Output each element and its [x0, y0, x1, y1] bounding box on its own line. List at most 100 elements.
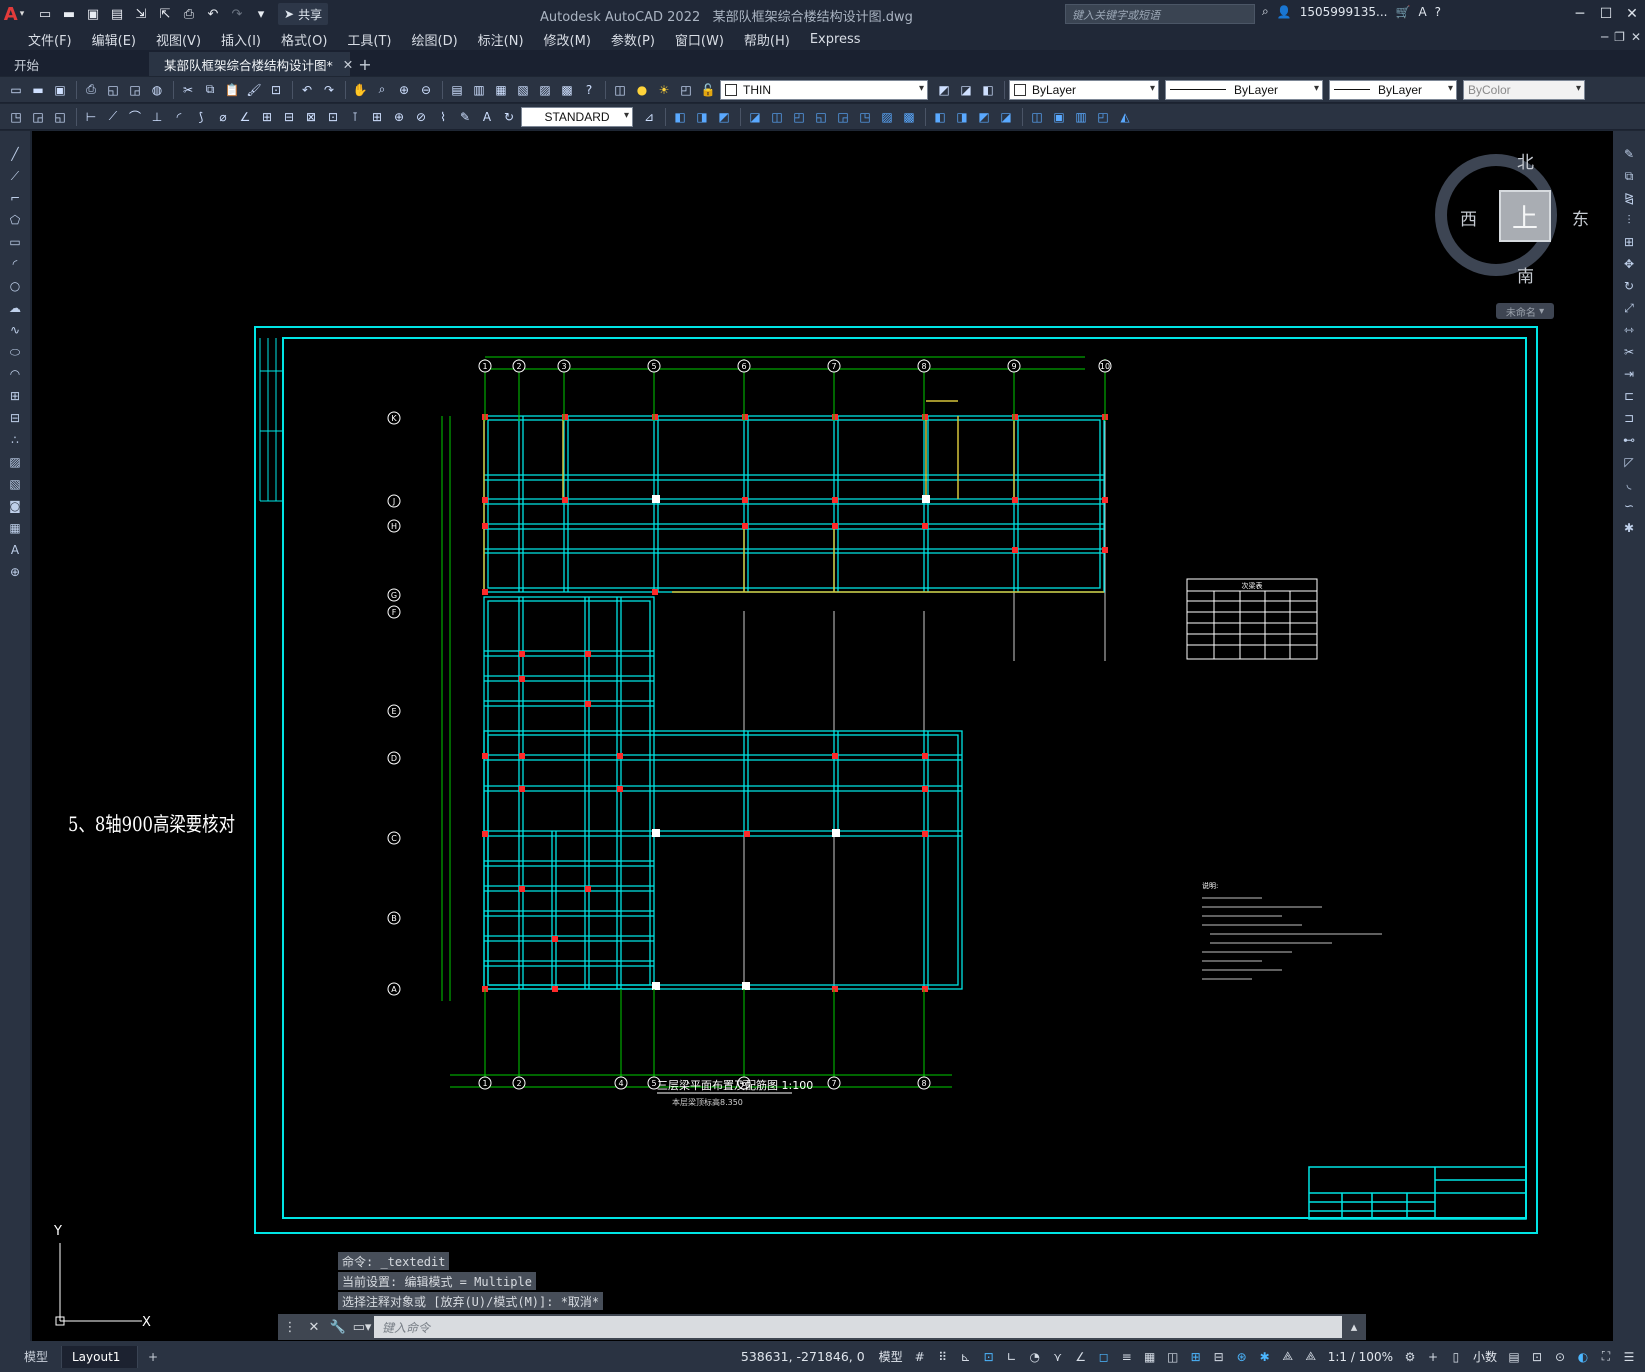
move-icon[interactable]: ✥: [1618, 255, 1640, 273]
layer-walk-icon[interactable]: ◱: [50, 107, 70, 127]
grid-icon[interactable]: #: [910, 1347, 930, 1367]
layer-states-icon[interactable]: ◧: [978, 80, 998, 100]
separate-icon[interactable]: ◩: [974, 107, 994, 127]
infer-icon[interactable]: ⊾: [956, 1347, 976, 1367]
sheet-set-icon[interactable]: ▧: [513, 80, 533, 100]
offset-faces-icon[interactable]: ◰: [789, 107, 809, 127]
layer-thaw-icon[interactable]: ☀: [654, 80, 674, 100]
auto-scale-icon[interactable]: ⟁: [1301, 1347, 1321, 1367]
match-properties-icon[interactable]: 🖌: [244, 80, 264, 100]
plot-icon[interactable]: ⎙: [81, 80, 101, 100]
baseline-icon[interactable]: ⊟: [279, 107, 299, 127]
shell-icon[interactable]: ◪: [996, 107, 1016, 127]
workspace-gear-icon[interactable]: ⚙: [1400, 1347, 1420, 1367]
hatch-icon[interactable]: ▨: [4, 453, 26, 471]
linear-dim-icon[interactable]: ⊢: [81, 107, 101, 127]
lock-ui-icon[interactable]: ⊡: [1527, 1347, 1547, 1367]
continue-icon[interactable]: ⊠: [301, 107, 321, 127]
jogged-icon[interactable]: ⟆: [191, 107, 211, 127]
menu-edit[interactable]: 编辑(E): [82, 30, 146, 49]
zoom-previous-icon[interactable]: ⊖: [416, 80, 436, 100]
copy-icon[interactable]: ⧉: [200, 80, 220, 100]
selection-filter-icon[interactable]: ⊛: [1232, 1347, 1252, 1367]
rectangle-icon[interactable]: ▭: [4, 233, 26, 251]
make-block-icon[interactable]: ⊟: [4, 409, 26, 427]
save-icon[interactable]: ▣: [50, 80, 70, 100]
fillet-icon[interactable]: ◟: [1618, 475, 1640, 493]
ordinate-icon[interactable]: ⊥: [147, 107, 167, 127]
units-dropdown[interactable]: 小数: [1469, 1348, 1501, 1365]
model-space-toggle[interactable]: 模型: [875, 1348, 907, 1365]
tolerance-icon[interactable]: ⊞: [367, 107, 387, 127]
markup-icon[interactable]: ▨: [535, 80, 555, 100]
snap-icon[interactable]: ⠿: [933, 1347, 953, 1367]
copy-object-icon[interactable]: ⧉: [1618, 167, 1640, 185]
doc-minimize-icon[interactable]: ─: [1601, 30, 1608, 44]
angular-icon[interactable]: ∠: [235, 107, 255, 127]
import-icon[interactable]: ⇲: [130, 4, 152, 24]
menu-view[interactable]: 视图(V): [146, 30, 211, 49]
annotation-visibility-icon[interactable]: ⟁: [1278, 1347, 1298, 1367]
point-icon[interactable]: ∴: [4, 431, 26, 449]
new-tab-button[interactable]: +: [350, 52, 380, 76]
help-icon[interactable]: ?: [579, 80, 599, 100]
linetype-dropdown[interactable]: ByLayer ▾: [1165, 79, 1323, 100]
extrude-faces-icon[interactable]: ◪: [745, 107, 765, 127]
doc-restore-icon[interactable]: ❐: [1614, 30, 1625, 44]
rotate-icon[interactable]: ↻: [1618, 277, 1640, 295]
redo-icon[interactable]: ↷: [319, 80, 339, 100]
annotation-scale[interactable]: 1:1 / 100%: [1324, 1350, 1397, 1364]
wedge-icon[interactable]: ◰: [1093, 107, 1113, 127]
undo-icon[interactable]: ↶: [297, 80, 317, 100]
chamfer-icon[interactable]: ◸: [1618, 453, 1640, 471]
explode-icon[interactable]: ✱: [1618, 519, 1640, 537]
search-input[interactable]: 键入关键字或短语: [1065, 4, 1255, 24]
circle-icon[interactable]: ○: [4, 277, 26, 295]
spline-icon[interactable]: ∿: [4, 321, 26, 339]
dim-style-icon[interactable]: ⊿: [639, 107, 659, 127]
gizmo-icon[interactable]: ✱: [1255, 1347, 1275, 1367]
rotate-faces-icon[interactable]: ◲: [833, 107, 853, 127]
add-selected-icon[interactable]: ⊕: [4, 563, 26, 581]
ortho-icon[interactable]: ∟: [1002, 1347, 1022, 1367]
tab-model[interactable]: 模型: [14, 1345, 62, 1368]
command-expand-icon[interactable]: ▴: [1342, 1315, 1366, 1339]
doc-close-icon[interactable]: ✕: [1631, 30, 1641, 44]
units-icon[interactable]: ▯: [1446, 1347, 1466, 1367]
minimize-icon[interactable]: ─: [1567, 0, 1593, 28]
menu-help[interactable]: 帮助(H): [734, 30, 800, 49]
jogged-linear-icon[interactable]: ⌇: [433, 107, 453, 127]
clean-icon[interactable]: ◨: [952, 107, 972, 127]
extend-icon[interactable]: ⇥: [1618, 365, 1640, 383]
publish-icon[interactable]: ◲: [125, 80, 145, 100]
arc-length-icon[interactable]: ⌒: [125, 107, 145, 127]
plotstyle-dropdown[interactable]: ByColor ▾: [1463, 79, 1585, 100]
drawing-canvas[interactable]: 1 2 3 5 6 7 8 9 10 1 2 4 5 6 7 8 K J H G…: [32, 131, 1613, 1341]
diameter-icon[interactable]: ⌀: [213, 107, 233, 127]
app-menu-button[interactable]: A ▾: [0, 0, 28, 28]
cut-icon[interactable]: ✂: [178, 80, 198, 100]
break-at-point-icon[interactable]: ⊏: [1618, 387, 1640, 405]
lineweight-icon[interactable]: ≡: [1117, 1347, 1137, 1367]
line-icon[interactable]: ╱: [4, 145, 26, 163]
dimstyle-dropdown[interactable]: STANDARD ▾: [521, 106, 633, 127]
ellipse-arc-icon[interactable]: ◠: [4, 365, 26, 383]
check-icon[interactable]: ◫: [1027, 107, 1047, 127]
inspect-icon[interactable]: ⊘: [411, 107, 431, 127]
layer-previous-icon[interactable]: ◪: [956, 80, 976, 100]
lineweight-dropdown[interactable]: ByLayer ▾: [1329, 79, 1457, 100]
viewcube-west[interactable]: 西: [1460, 205, 1477, 230]
menu-draw[interactable]: 绘图(D): [402, 30, 468, 49]
named-views-icon[interactable]: ◲: [28, 107, 48, 127]
command-customize-icon[interactable]: 🔧: [326, 1315, 350, 1339]
dynamic-ucs-icon[interactable]: ⊟: [1209, 1347, 1229, 1367]
ellipse-icon[interactable]: ⬭: [4, 343, 26, 361]
menu-window[interactable]: 窗口(W): [665, 30, 734, 49]
polygon-icon[interactable]: ⬠: [4, 211, 26, 229]
center-mark-icon[interactable]: ⊕: [389, 107, 409, 127]
open-icon[interactable]: ▬: [28, 80, 48, 100]
selection-cycling-icon[interactable]: ◫: [1163, 1347, 1183, 1367]
command-close-icon[interactable]: ✕: [302, 1315, 326, 1339]
erase-icon[interactable]: ✎: [1618, 145, 1640, 163]
menu-tools[interactable]: 工具(T): [337, 30, 401, 49]
